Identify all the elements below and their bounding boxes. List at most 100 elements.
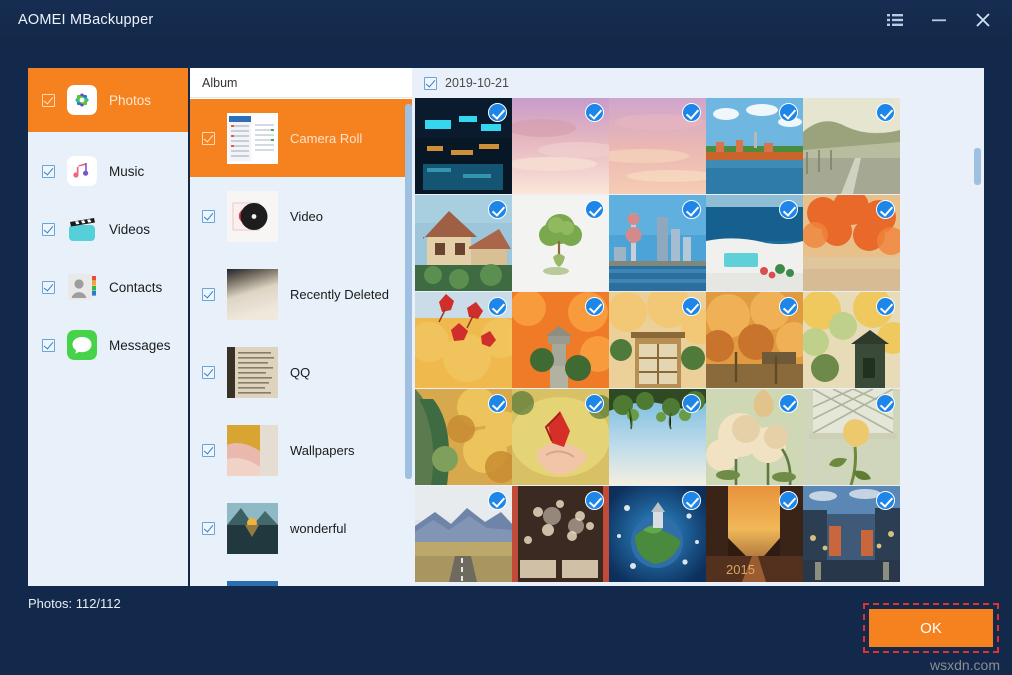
photo-selected-check[interactable] xyxy=(488,491,507,510)
photo-selected-check[interactable] xyxy=(779,103,798,122)
photo-thumbnail[interactable] xyxy=(512,389,609,485)
photo-selected-check[interactable] xyxy=(779,200,798,219)
sidebar-item-videos[interactable]: Videos xyxy=(28,200,188,258)
photo-selected-check[interactable] xyxy=(585,394,604,413)
photo-thumbnail[interactable] xyxy=(415,292,512,388)
album-item-label: QQ xyxy=(290,365,310,380)
album-checkbox[interactable] xyxy=(202,288,215,301)
photo-thumbnail[interactable] xyxy=(512,98,609,194)
photo-selected-check[interactable] xyxy=(585,103,604,122)
photo-thumbnail[interactable] xyxy=(512,292,609,388)
photo-thumbnail[interactable] xyxy=(415,98,512,194)
sidebar-item-label: Contacts xyxy=(109,280,162,295)
photo-selected-check[interactable] xyxy=(488,200,507,219)
photo-selected-check[interactable] xyxy=(779,394,798,413)
album-item-camera-roll[interactable]: Camera Roll xyxy=(190,99,412,177)
photo-selected-check[interactable] xyxy=(585,491,604,510)
photo-selected-check[interactable] xyxy=(876,297,895,316)
ok-button-highlight: OK xyxy=(863,603,999,653)
photo-thumbnail[interactable]: 2015 xyxy=(706,486,803,582)
date-group-checkbox[interactable] xyxy=(424,77,437,90)
album-thumbnail xyxy=(227,269,278,320)
photo-selected-check[interactable] xyxy=(876,200,895,219)
album-thumbnail xyxy=(227,113,278,164)
photo-selected-check[interactable] xyxy=(682,200,701,219)
close-icon[interactable] xyxy=(972,9,994,31)
photo-selected-check[interactable] xyxy=(682,297,701,316)
photo-thumbnail[interactable] xyxy=(415,389,512,485)
photo-selected-check[interactable] xyxy=(488,297,507,316)
album-thumbnail xyxy=(227,503,278,554)
content-area: Photos Music xyxy=(28,68,984,586)
contacts-app-icon xyxy=(67,272,97,302)
photo-selected-check[interactable] xyxy=(779,297,798,316)
album-item-wonderful[interactable]: wonderful xyxy=(190,489,412,567)
photo-thumbnail[interactable] xyxy=(803,98,900,194)
app-title: AOMEI MBackupper xyxy=(18,12,153,28)
photo-thumbnail[interactable] xyxy=(706,98,803,194)
album-scrollbar-thumb[interactable] xyxy=(405,104,412,479)
photo-selected-check[interactable] xyxy=(682,394,701,413)
contacts-checkbox[interactable] xyxy=(42,281,55,294)
album-column-header: Album xyxy=(190,68,412,98)
photo-selected-check[interactable] xyxy=(488,394,507,413)
photo-selected-check[interactable] xyxy=(682,491,701,510)
sidebar-item-photos[interactable]: Photos xyxy=(28,68,188,132)
ok-button[interactable]: OK xyxy=(869,609,993,647)
album-checkbox[interactable] xyxy=(202,210,215,223)
photo-selected-check[interactable] xyxy=(682,103,701,122)
sidebar-item-label: Messages xyxy=(109,338,171,353)
album-item-wallpapers[interactable]: Wallpapers xyxy=(190,411,412,489)
music-app-icon xyxy=(67,156,97,186)
photo-thumbnail[interactable] xyxy=(609,195,706,291)
photo-selected-check[interactable] xyxy=(488,103,507,122)
photo-thumbnail[interactable] xyxy=(803,486,900,582)
photo-thumbnail[interactable] xyxy=(609,486,706,582)
album-item-recently-deleted[interactable]: Recently Deleted xyxy=(190,255,412,333)
photos-checkbox[interactable] xyxy=(42,94,55,107)
album-checkbox[interactable] xyxy=(202,522,215,535)
photos-app-icon xyxy=(67,85,97,115)
messages-checkbox[interactable] xyxy=(42,339,55,352)
sidebar-item-messages[interactable]: Messages xyxy=(28,316,188,374)
photo-selected-check[interactable] xyxy=(585,200,604,219)
album-checkbox[interactable] xyxy=(202,366,215,379)
photo-selected-check[interactable] xyxy=(779,491,798,510)
photo-selected-check[interactable] xyxy=(585,297,604,316)
album-column: Album xyxy=(190,68,412,586)
photo-thumbnail[interactable] xyxy=(706,195,803,291)
photo-thumbnail[interactable] xyxy=(609,292,706,388)
minimize-icon[interactable] xyxy=(928,9,950,31)
album-checkbox[interactable] xyxy=(202,444,215,457)
photo-thumbnail[interactable] xyxy=(415,195,512,291)
sidebar-spacer xyxy=(28,132,188,142)
photo-thumbnail[interactable] xyxy=(512,195,609,291)
album-item-partial[interactable] xyxy=(190,567,412,586)
photo-selected-check[interactable] xyxy=(876,103,895,122)
svg-text:2015: 2015 xyxy=(726,562,755,577)
album-thumbnail xyxy=(227,425,278,476)
category-sidebar: Photos Music xyxy=(28,68,188,586)
photo-thumbnail[interactable] xyxy=(512,486,609,582)
sidebar-item-music[interactable]: Music xyxy=(28,142,188,200)
album-item-qq[interactable]: QQ xyxy=(190,333,412,411)
photo-thumbnail[interactable] xyxy=(803,389,900,485)
photo-thumbnail[interactable] xyxy=(803,195,900,291)
music-checkbox[interactable] xyxy=(42,165,55,178)
photo-thumbnail[interactable] xyxy=(706,389,803,485)
menu-icon[interactable] xyxy=(884,9,906,31)
album-item-video[interactable]: Video xyxy=(190,177,412,255)
videos-checkbox[interactable] xyxy=(42,223,55,236)
album-list: Camera Roll Video xyxy=(190,99,412,586)
photo-selected-check[interactable] xyxy=(876,491,895,510)
photo-grid-scrollbar-thumb[interactable] xyxy=(974,148,981,185)
photo-selected-check[interactable] xyxy=(876,394,895,413)
photo-thumbnail[interactable] xyxy=(706,292,803,388)
photo-thumbnail[interactable] xyxy=(415,486,512,582)
photo-thumbnail[interactable] xyxy=(609,98,706,194)
album-checkbox[interactable] xyxy=(202,132,215,145)
sidebar-item-label: Videos xyxy=(109,222,150,237)
photo-thumbnail[interactable] xyxy=(803,292,900,388)
photo-thumbnail[interactable] xyxy=(609,389,706,485)
sidebar-item-contacts[interactable]: Contacts xyxy=(28,258,188,316)
